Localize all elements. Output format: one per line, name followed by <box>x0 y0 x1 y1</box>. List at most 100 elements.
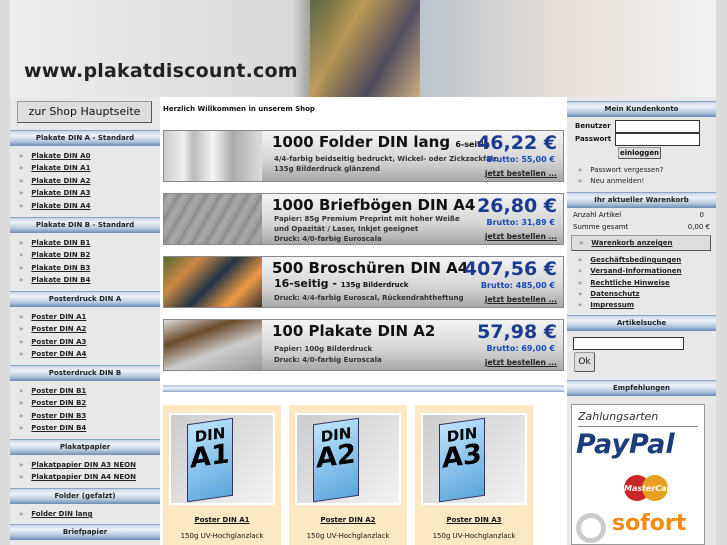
sofort-logo: sofort <box>612 511 687 536</box>
payment-methods-box: Zahlungsarten PayPal MasterCard sofort <box>571 404 705 545</box>
product-title-link[interactable]: Poster DIN A2 <box>289 516 407 524</box>
nav-link[interactable]: Poster DIN B2 <box>19 399 86 407</box>
sum-label: Summe gesamt <box>573 223 629 231</box>
banner-folder[interactable]: 1000 Folder DIN lang 6-seitig 4/4-farbig… <box>163 130 564 182</box>
nav-link[interactable]: Plakate DIN B2 <box>19 251 90 259</box>
nav-link[interactable]: Poster DIN A2 <box>19 325 86 333</box>
banner-desc: Papier: 100g Bilderdruck <box>274 345 373 353</box>
banner-brutto: Brutto: 55,00 € <box>486 155 555 164</box>
nav-link[interactable]: Plakate DIN B1 <box>19 239 90 247</box>
sofort-circle-icon <box>576 513 606 543</box>
banner-subtitle: 16-seitig - 135g Bilderdruck <box>274 277 408 292</box>
product-desc: 150g UV-Hochglanzlack <box>432 532 516 540</box>
product-desc: 150g UV-Hochglanzlack <box>306 532 390 540</box>
folder-image <box>164 131 262 181</box>
banner-price: 26,80 € <box>477 195 557 217</box>
product-title-link[interactable]: Poster DIN A1 <box>163 516 281 524</box>
nav-link[interactable]: Plakate DIN A3 <box>19 189 90 197</box>
din-poster-icon: DIN A1 <box>187 417 233 503</box>
nav-link[interactable]: Poster DIN B3 <box>19 412 86 420</box>
nav-link[interactable]: Poster DIN A4 <box>19 350 86 358</box>
banner-title-text: 1000 Folder DIN lang <box>272 133 451 151</box>
user-label: Benutzer <box>575 122 611 130</box>
banner-broschueren[interactable]: 500 Broschüren DIN A4 16-seitig - 135g B… <box>163 256 564 308</box>
header-banner: www.plakatdiscount.com <box>10 0 716 97</box>
user-input[interactable] <box>615 120 700 133</box>
banner-briefboegen[interactable]: 1000 Briefbögen DIN A4 Papier: 85g Premi… <box>163 193 564 245</box>
nav-link[interactable]: Plakate DIN A2 <box>19 177 90 185</box>
nav-section-header: Plakate DIN B - Standard <box>10 217 160 233</box>
nav-link[interactable]: Plakate DIN A4 <box>19 202 90 210</box>
din-size: A1 <box>190 438 230 475</box>
section-divider <box>163 385 564 392</box>
nav-link[interactable]: Plakatpapier DIN A4 NEON <box>19 473 136 481</box>
forgot-password-link[interactable]: Passwort vergessen? <box>578 166 663 174</box>
order-link[interactable]: jetzt bestellen ... <box>485 232 557 241</box>
mastercard-logo: MasterCard <box>624 469 676 507</box>
brochure-image <box>164 257 262 307</box>
din-size: A2 <box>316 438 356 475</box>
recommend-header: Empfehlungen <box>567 380 716 396</box>
show-cart-button[interactable]: Warenkorb anzeigen <box>571 235 711 251</box>
banner-subtitle-text: 16-seitig - <box>274 277 337 290</box>
info-link[interactable]: Impressum <box>578 301 634 309</box>
search-ok-button[interactable]: Ok <box>574 352 595 372</box>
search-input[interactable] <box>573 337 684 350</box>
nav-section-header: Briefpapier <box>10 524 160 540</box>
product-title-link[interactable]: Poster DIN A3 <box>415 516 533 524</box>
product-card[interactable]: DIN A3 Poster DIN A3 150g UV-Hochglanzlack <box>415 405 533 545</box>
banner-title: 500 Broschüren DIN A4 <box>272 259 469 277</box>
nav-section-header: Plakatpapier <box>10 439 160 455</box>
show-cart-label: Warenkorb anzeigen <box>579 239 672 247</box>
login-button[interactable]: einloggen <box>618 147 661 159</box>
banner-title: 1000 Briefbögen DIN A4 <box>272 196 476 214</box>
nav-section-header: Posterdruck DIN B <box>10 365 160 381</box>
header-people-photo <box>420 0 716 97</box>
shop-home-button[interactable]: zur Shop Hauptseite <box>17 101 152 123</box>
banner-desc: Druck: 4/4-farbig Euroscal, Rückendrahth… <box>274 294 464 302</box>
nav-link[interactable]: Poster DIN A1 <box>19 313 86 321</box>
register-link[interactable]: Neu anmelden! <box>578 177 644 185</box>
welcome-text: Herzlich Willkommen in unserem Shop <box>163 105 315 113</box>
items-value: 0 <box>699 211 704 219</box>
order-link[interactable]: jetzt bestellen ... <box>485 295 557 304</box>
product-card[interactable]: DIN A2 Poster DIN A2 150g UV-Hochglanzlack <box>289 405 407 545</box>
nav-link[interactable]: Poster DIN B4 <box>19 424 86 432</box>
nav-link[interactable]: Poster DIN B1 <box>19 387 86 395</box>
nav-link[interactable]: Plakatpapier DIN A3 NEON <box>19 461 136 469</box>
product-card[interactable]: DIN A1 Poster DIN A1 150g UV-Hochglanzlack <box>163 405 281 545</box>
product-desc: 150g UV-Hochglanzlack <box>180 532 264 540</box>
page-edge <box>716 0 727 545</box>
nav-link[interactable]: Plakate DIN A0 <box>19 152 90 160</box>
banner-title: 1000 Folder DIN lang 6-seitig <box>272 133 489 151</box>
cart-header: Ihr aktueller Warenkorb <box>567 192 716 208</box>
nav-link[interactable]: Plakate DIN A1 <box>19 164 90 172</box>
sum-value: 0,00 € <box>687 223 710 231</box>
banner-brutto: Brutto: 485,00 € <box>480 281 555 290</box>
banner-plakate[interactable]: 100 Plakate DIN A2 Papier: 100g Bilderdr… <box>163 319 564 371</box>
nav-link[interactable]: Plakate DIN B4 <box>19 276 90 284</box>
paypal-logo: PayPal <box>576 429 675 460</box>
banner-desc: 4/4-farbig beidseitig bedruckt, Wickel- … <box>274 155 498 163</box>
info-link[interactable]: Versand-Informationen <box>578 267 681 275</box>
password-input[interactable] <box>615 133 700 146</box>
paper-stack-image <box>164 194 262 244</box>
din-size: A3 <box>442 438 482 475</box>
nav-link[interactable]: Folder DIN lang <box>19 510 92 518</box>
product-image[interactable]: DIN A1 <box>169 413 275 505</box>
product-image[interactable]: DIN A3 <box>421 413 527 505</box>
order-link[interactable]: jetzt bestellen ... <box>485 358 557 367</box>
info-link[interactable]: Datenschutz <box>578 290 639 298</box>
banner-desc: Druck: 4/0-farbig Euroscala <box>274 356 382 364</box>
nav-link[interactable]: Plakate DIN B3 <box>19 264 90 272</box>
header-collage <box>310 0 420 97</box>
banner-desc: Papier: 85g Premium Preprint mit hoher W… <box>274 215 460 223</box>
site-logo[interactable]: www.plakatdiscount.com <box>24 60 298 82</box>
info-link[interactable]: Rechtliche Hinweise <box>578 279 670 287</box>
product-image[interactable]: DIN A2 <box>295 413 401 505</box>
account-header: Mein Kundenkonto <box>567 101 716 117</box>
info-link[interactable]: Geschäftsbedingungen <box>578 256 681 264</box>
order-link[interactable]: jetzt bestellen ... <box>485 169 557 178</box>
nav-link[interactable]: Poster DIN A3 <box>19 338 86 346</box>
banner-desc: und Opazität / Laser, Inkjet geeignet <box>274 225 419 233</box>
